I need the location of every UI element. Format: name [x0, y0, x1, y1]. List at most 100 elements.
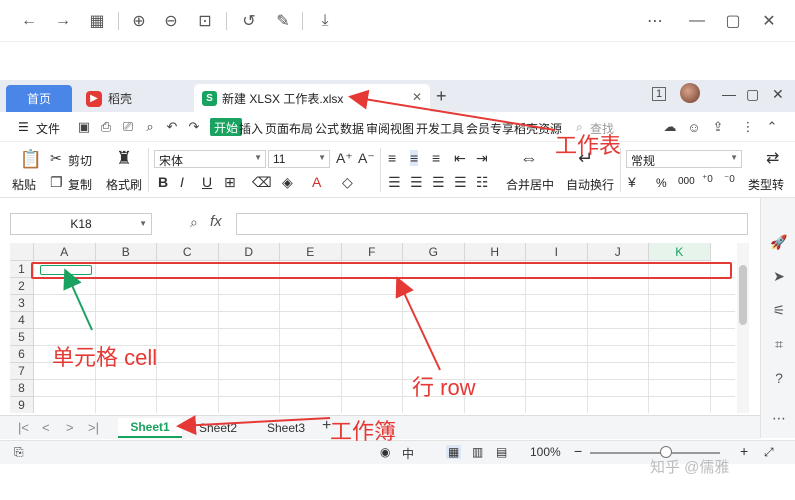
font-color-icon[interactable]: A [312, 174, 321, 190]
merge-center-icon[interactable]: ⇔ [520, 148, 538, 169]
column-header-k[interactable]: K [649, 243, 711, 261]
tab-active-file[interactable]: S 新建 XLSX 工作表.xlsx ✕ [194, 84, 430, 112]
column-header-f[interactable]: F [341, 243, 403, 261]
type-convert-label[interactable]: 类型转 [748, 176, 784, 193]
new-tab-icon[interactable]: + [436, 86, 447, 107]
name-box[interactable]: K18 ▼ [10, 213, 152, 235]
distribute-icon[interactable]: ☷ [476, 174, 489, 191]
copy-label[interactable]: 复制 [68, 176, 92, 193]
menu-developer[interactable]: 开发工具 [416, 120, 464, 137]
menu-file[interactable]: 文件 [36, 120, 60, 137]
eraser-icon[interactable]: ◇ [342, 174, 353, 191]
number-format-select[interactable]: 常规 ▼ [626, 150, 742, 168]
border-icon[interactable]: ⊞ [224, 174, 236, 191]
vertical-scrollbar[interactable] [737, 243, 749, 413]
column-header-c[interactable]: C [157, 243, 219, 261]
download-icon[interactable]: ⤓ [314, 10, 336, 32]
more-icon[interactable]: ⋯ [644, 10, 666, 32]
bold-icon[interactable]: B [158, 174, 168, 190]
paste-icon[interactable]: 📋 [20, 148, 42, 170]
row-header-4[interactable]: 4 [10, 312, 34, 329]
forward-arrow-icon[interactable]: → [52, 10, 74, 32]
zoom-slider[interactable] [590, 452, 720, 454]
tab-daoke[interactable]: ▶ 稻壳 [78, 85, 190, 112]
align-center-icon[interactable]: ☰ [410, 174, 423, 191]
settings-sliders-icon[interactable]: ⚟ [769, 300, 789, 320]
macro-icon[interactable]: ⎘ [14, 445, 24, 460]
row-header-7[interactable]: 7 [10, 363, 34, 380]
tab-close-icon[interactable]: ✕ [412, 90, 422, 104]
sheet-tab-2[interactable]: Sheet2 [186, 418, 250, 438]
indent-increase-icon[interactable]: ⇥ [476, 150, 488, 167]
type-convert-icon[interactable]: ⇄ [766, 148, 779, 168]
undo-icon[interactable]: ↶ [164, 119, 180, 135]
edit-icon[interactable]: ✎ [272, 10, 294, 32]
underline-icon[interactable]: U [202, 174, 212, 190]
increase-decimal-icon[interactable]: ⁺0 [702, 174, 713, 185]
more-icon[interactable]: ⋯ [769, 408, 789, 428]
cut-label[interactable]: 剪切 [68, 152, 92, 169]
last-sheet-icon[interactable]: >| [88, 420, 99, 435]
cloud-icon[interactable]: ☁ [662, 119, 678, 135]
align-bottom-icon[interactable]: ≡ [432, 150, 440, 166]
rocket-icon[interactable]: 🚀 [769, 232, 789, 252]
currency-icon[interactable]: ¥ [628, 174, 636, 190]
column-header-i[interactable]: I [526, 243, 588, 261]
language-icon[interactable]: 中 [402, 445, 414, 462]
menu-data[interactable]: 数据 [340, 120, 364, 137]
column-header-j[interactable]: J [587, 243, 649, 261]
justify-icon[interactable]: ☰ [454, 174, 467, 191]
menu-member[interactable]: 会员专享 [466, 120, 514, 137]
format-painter-icon[interactable]: ♜ [116, 148, 132, 169]
transform-icon[interactable]: ⌗ [769, 334, 789, 354]
column-header-b[interactable]: B [95, 243, 157, 261]
print-icon[interactable]: ⎚ [120, 119, 136, 135]
chevron-up-icon[interactable]: ⌃ [764, 119, 780, 135]
sheet-tab-1[interactable]: Sheet1 [118, 418, 182, 438]
paste-label[interactable]: 粘贴 [12, 176, 36, 193]
prev-sheet-icon[interactable]: < [42, 420, 50, 435]
column-header-g[interactable]: G [403, 243, 465, 261]
clear-format-icon[interactable]: ⌫ [252, 174, 272, 191]
italic-icon[interactable]: I [180, 174, 184, 190]
close-icon[interactable]: ✕ [758, 10, 780, 32]
column-header-d[interactable]: D [218, 243, 280, 261]
tab-home[interactable]: 首页 [6, 85, 72, 112]
font-size-select[interactable]: 11 ▼ [268, 150, 330, 168]
row-header-8[interactable]: 8 [10, 380, 34, 397]
menu-review[interactable]: 审阅 [366, 120, 390, 137]
zoom-level[interactable]: 100% [530, 445, 561, 459]
row-header-6[interactable]: 6 [10, 346, 34, 363]
menu-view[interactable]: 视图 [390, 120, 414, 137]
copy-icon[interactable]: ❐ [50, 174, 63, 191]
menu-start[interactable]: 开始 [210, 118, 243, 136]
zoom-out-icon[interactable]: − [574, 443, 582, 459]
formula-input[interactable] [236, 213, 748, 235]
column-header-a[interactable]: A [34, 243, 96, 261]
row-header-3[interactable]: 3 [10, 295, 34, 312]
save-icon[interactable]: ▣ [76, 119, 92, 135]
menu-page-layout[interactable]: 页面布局 [265, 120, 313, 137]
share-icon[interactable]: ⇪ [710, 119, 726, 135]
export-icon[interactable]: ⎙ [98, 119, 114, 135]
zoom-search-icon[interactable]: ⌕ [190, 214, 198, 231]
redo-icon[interactable]: ↷ [186, 119, 202, 135]
align-top-icon[interactable]: ≡ [388, 150, 396, 166]
decrease-decimal-icon[interactable]: ⁻0 [724, 174, 735, 185]
cursor-icon[interactable]: ➤ [769, 266, 789, 286]
decrease-font-icon[interactable]: A⁻ [358, 150, 375, 167]
collaborate-icon[interactable]: ☺ [686, 119, 702, 135]
minimize-icon[interactable]: — [686, 10, 708, 32]
page-layout-view-icon[interactable]: ▥ [472, 445, 483, 459]
thousands-label[interactable]: 000 [678, 176, 695, 187]
close-icon[interactable]: ✕ [772, 86, 784, 103]
menu-formula[interactable]: 公式 [315, 120, 339, 137]
wrap-text-label[interactable]: 自动换行 [566, 176, 614, 193]
back-arrow-icon[interactable]: ← [18, 10, 40, 32]
fx-label[interactable]: fx [210, 213, 222, 230]
align-middle-icon[interactable]: ≡ [410, 150, 419, 166]
merge-center-label[interactable]: 合并居中 [506, 176, 554, 193]
eye-protect-icon[interactable]: ◉ [380, 445, 390, 459]
sheet-tab-3[interactable]: Sheet3 [254, 418, 318, 438]
fill-color-icon[interactable]: ◈ [282, 174, 293, 191]
